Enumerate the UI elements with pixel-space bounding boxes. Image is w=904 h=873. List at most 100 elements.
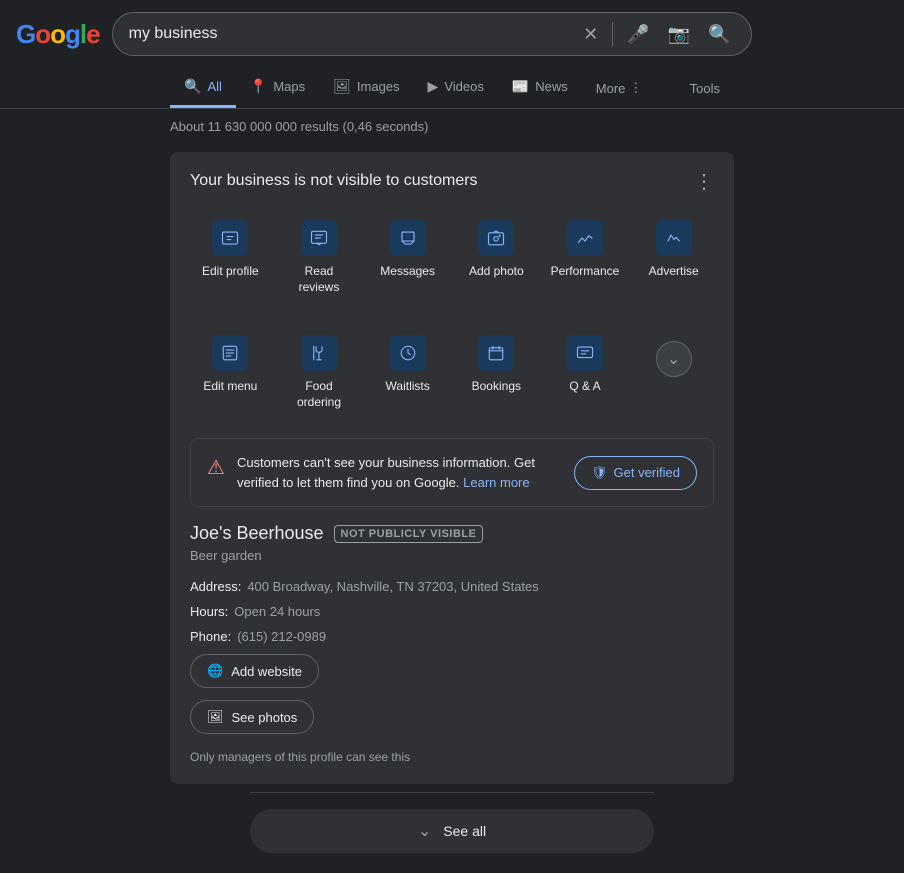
edit-menu-label: Edit menu <box>203 379 257 395</box>
search-submit-button[interactable]: 🔍 <box>704 20 734 49</box>
add-website-row: 🌐 Add website <box>190 654 714 696</box>
actions-row2: Edit menu Food ordering Waitlists <box>190 323 714 422</box>
action-waitlists[interactable]: Waitlists <box>367 323 448 422</box>
phone-row: Phone: (615) 212-0989 <box>190 629 714 644</box>
address-row: Address: 400 Broadway, Nashville, TN 372… <box>190 579 714 594</box>
photos-icon: 🖼 <box>207 709 224 725</box>
address-label: Address: <box>190 579 241 594</box>
advertise-icon <box>656 220 692 256</box>
action-performance[interactable]: Performance <box>545 208 626 307</box>
tab-news[interactable]: 📰 News <box>498 68 582 108</box>
advertise-label: Advertise <box>649 264 699 280</box>
business-card: Your business is not visible to customer… <box>170 152 734 784</box>
more-label: More <box>596 81 626 96</box>
action-edit-profile[interactable]: Edit profile <box>190 208 271 307</box>
actions-row1: Edit profile Read reviews Messages <box>190 208 714 307</box>
warning-banner: ⚠ Customers can't see your business info… <box>190 438 714 507</box>
tab-maps[interactable]: 📍 Maps <box>236 68 319 108</box>
action-bookings[interactable]: Bookings <box>456 323 537 422</box>
more-chevron-icon: ⋮ <box>629 80 642 96</box>
bookings-label: Bookings <box>472 379 521 395</box>
search-divider <box>612 22 613 46</box>
hours-label: Hours: <box>190 604 228 619</box>
food-ordering-label: Food ordering <box>285 379 354 410</box>
warning-text: Customers can't see your business inform… <box>237 453 574 492</box>
qa-label: Q & A <box>569 379 600 395</box>
business-name-row: Joe's Beerhouse NOT PUBLICLY VISIBLE <box>190 523 714 544</box>
card-title: Your business is not visible to customer… <box>190 172 478 190</box>
messages-icon <box>390 220 426 256</box>
action-advertise[interactable]: Advertise <box>633 208 714 307</box>
see-photos-button[interactable]: 🖼 See photos <box>190 700 314 734</box>
tab-tools[interactable]: Tools <box>676 71 734 106</box>
google-logo: Google <box>16 19 100 50</box>
all-icon: 🔍 <box>184 78 201 95</box>
managers-note: Only managers of this profile can see th… <box>190 750 714 764</box>
learn-more-link[interactable]: Learn more <box>463 475 529 490</box>
search-bar-icons: ✕ 🎤 📷 🔍 <box>579 20 734 49</box>
voice-search-button[interactable]: 🎤 <box>623 20 653 49</box>
shield-icon: 🛡 <box>591 465 608 481</box>
phone-value: (615) 212-0989 <box>237 629 326 644</box>
see-all-chevron-icon: ⌄ <box>418 821 431 841</box>
see-all-label: See all <box>443 823 486 839</box>
images-icon: 🖼 <box>333 78 351 95</box>
action-edit-menu[interactable]: Edit menu <box>190 323 271 422</box>
separator <box>250 792 654 793</box>
add-photo-label: Add photo <box>469 264 524 280</box>
business-name: Joe's Beerhouse <box>190 523 324 544</box>
tab-videos[interactable]: ▶ Videos <box>414 68 498 108</box>
action-read-reviews[interactable]: Read reviews <box>279 208 360 307</box>
warning-icon: ⚠ <box>207 455 225 480</box>
results-count: About 11 630 000 000 results (0,46 secon… <box>0 109 904 144</box>
tab-news-label: News <box>535 79 568 94</box>
more-options-button[interactable]: ⋮ <box>694 172 714 192</box>
get-verified-button[interactable]: 🛡 Get verified <box>574 456 697 490</box>
search-bar: ✕ 🎤 📷 🔍 <box>112 12 752 56</box>
add-website-button[interactable]: 🌐 Add website <box>190 654 319 688</box>
hours-value: Open 24 hours <box>234 604 320 619</box>
header: Google ✕ 🎤 📷 🔍 <box>0 0 904 68</box>
search-input[interactable] <box>129 25 572 43</box>
tools-label: Tools <box>690 81 720 96</box>
news-icon: 📰 <box>512 78 529 95</box>
qa-icon <box>567 335 603 371</box>
videos-icon: ▶ <box>428 78 439 95</box>
edit-menu-icon <box>212 335 248 371</box>
tab-videos-label: Videos <box>444 79 484 94</box>
image-search-button[interactable]: 📷 <box>664 20 694 49</box>
globe-icon: 🌐 <box>207 663 223 679</box>
address-value: 400 Broadway, Nashville, TN 37203, Unite… <box>247 579 538 594</box>
edit-profile-icon <box>212 220 248 256</box>
business-category: Beer garden <box>190 548 714 563</box>
phone-label: Phone: <box>190 629 231 644</box>
food-ordering-icon <box>301 335 337 371</box>
tab-images-label: Images <box>357 79 400 94</box>
action-qa[interactable]: Q & A <box>545 323 626 422</box>
read-reviews-label: Read reviews <box>285 264 354 295</box>
waitlists-label: Waitlists <box>386 379 430 395</box>
tab-images[interactable]: 🖼 Images <box>319 68 413 108</box>
action-add-photo[interactable]: Add photo <box>456 208 537 307</box>
messages-label: Messages <box>380 264 435 280</box>
edit-profile-label: Edit profile <box>202 264 259 280</box>
add-photo-icon <box>478 220 514 256</box>
clear-search-button[interactable]: ✕ <box>579 20 602 49</box>
tab-all[interactable]: 🔍 All <box>170 68 236 108</box>
card-header: Your business is not visible to customer… <box>190 172 714 192</box>
expand-cell: ⌄ <box>633 323 714 422</box>
action-food-ordering[interactable]: Food ordering <box>279 323 360 422</box>
tab-all-label: All <box>207 79 221 94</box>
see-all-bar[interactable]: ⌄ See all <box>250 809 654 853</box>
tab-maps-label: Maps <box>273 79 305 94</box>
read-reviews-icon <box>301 220 337 256</box>
search-tabs: 🔍 All 📍 Maps 🖼 Images ▶ Videos 📰 News Mo… <box>0 68 904 109</box>
hours-row: Hours: Open 24 hours <box>190 604 714 619</box>
expand-button[interactable]: ⌄ <box>656 341 692 377</box>
tab-more[interactable]: More ⋮ <box>582 70 657 106</box>
maps-icon: 📍 <box>250 78 267 95</box>
warning-content: ⚠ Customers can't see your business info… <box>207 453 574 492</box>
see-photos-row: 🖼 See photos <box>190 700 714 742</box>
performance-icon <box>567 220 603 256</box>
action-messages[interactable]: Messages <box>367 208 448 307</box>
